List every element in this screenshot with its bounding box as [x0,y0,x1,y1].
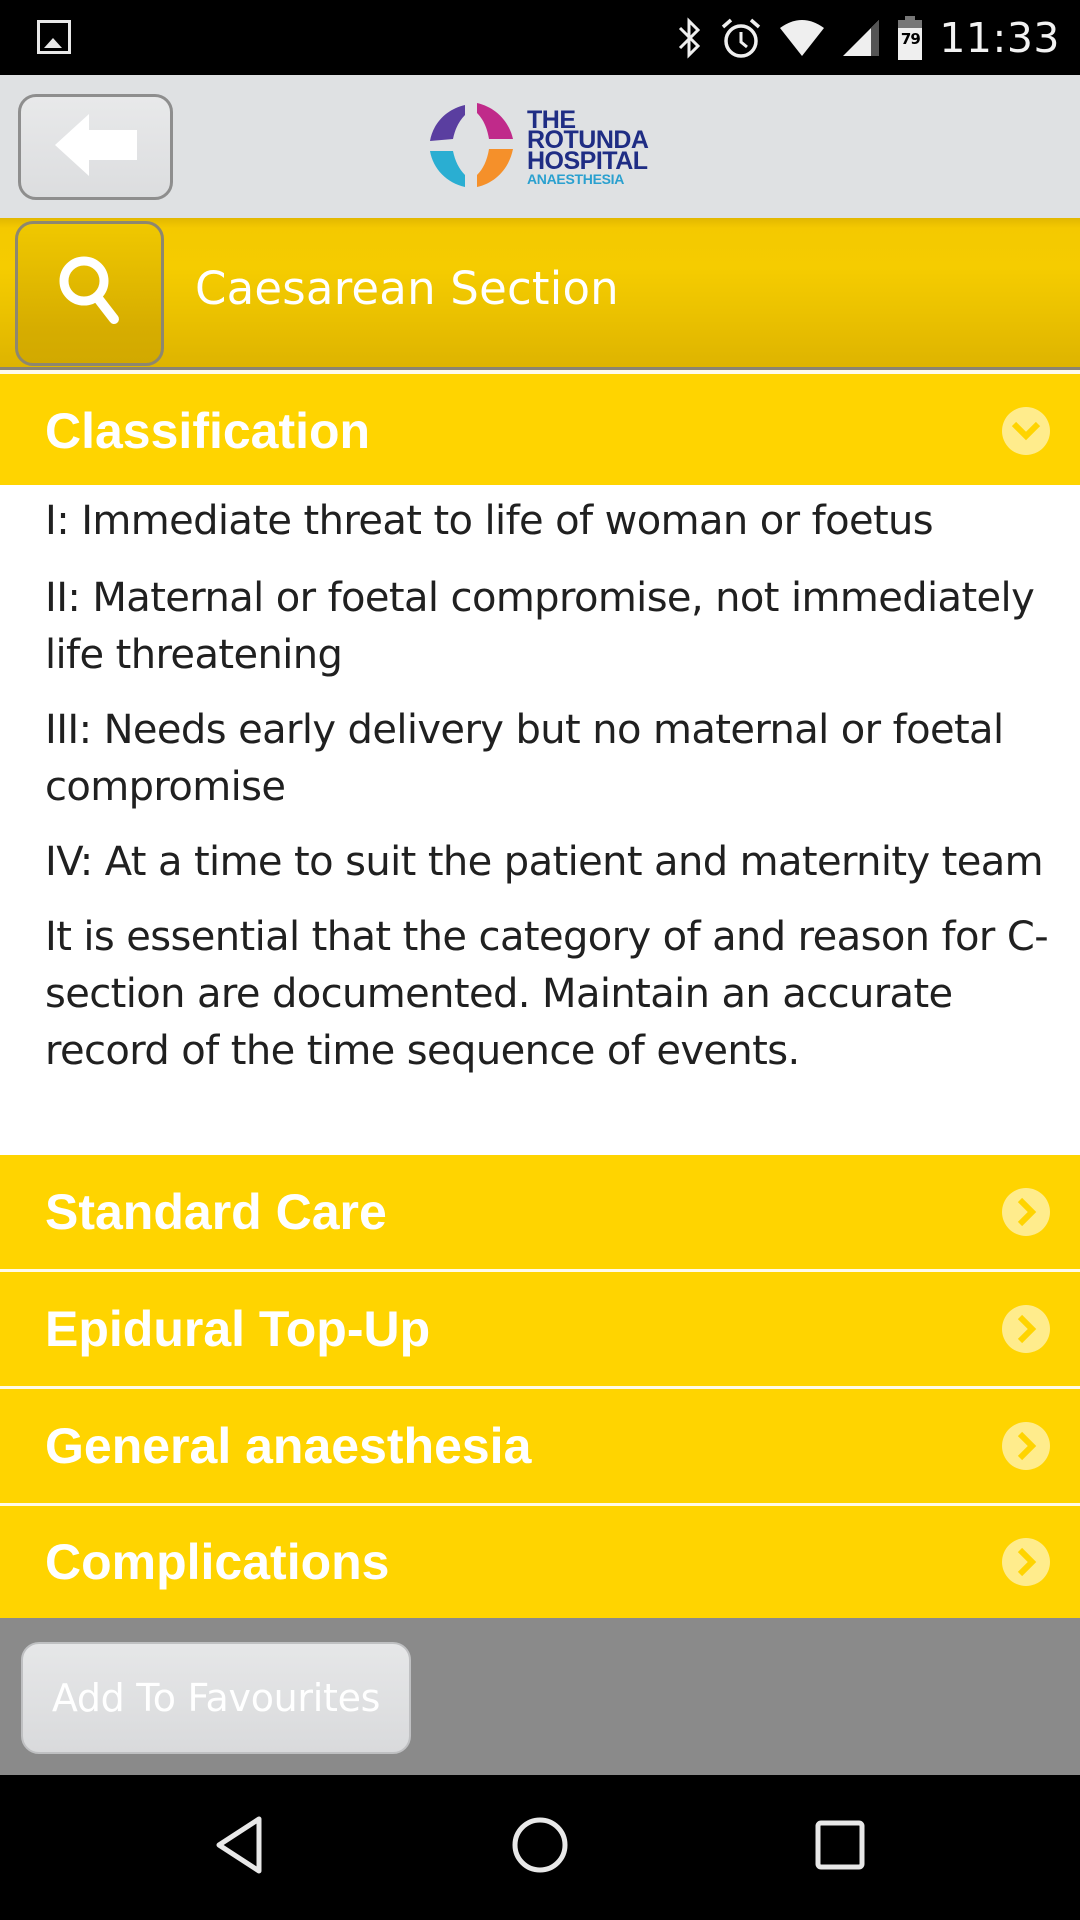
section-title: Epidural Top-Up [45,1301,431,1357]
logo-cross-icon [425,99,517,196]
section-title: General anaesthesia [45,1418,532,1474]
classification-content: I: Immediate threat to life of woman or … [0,485,1080,1155]
clock: 11:33 [939,13,1060,62]
page-title: Caesarean Section [195,262,619,315]
section-header-classification[interactable]: Classification [0,374,1080,485]
arrow-left-icon [53,113,139,181]
logo-subtitle: ANAESTHESIA [527,171,625,188]
search-bar: Caesarean Section [0,218,1080,370]
section-title: Classification [45,403,371,459]
chevron-right-circle-icon[interactable] [1002,1422,1050,1470]
battery-icon: 79 [897,15,923,60]
section-header-standard-care[interactable]: Standard Care [0,1155,1080,1269]
gallery-notification-icon [37,20,71,54]
alarm-icon [719,16,763,60]
system-nav-bar [0,1775,1080,1920]
classification-item: III: Needs early delivery but no materna… [45,707,1004,810]
back-triangle-icon [213,1815,267,1880]
add-to-favourites-button[interactable]: Add To Favourites [21,1642,411,1754]
chevron-right-circle-icon[interactable] [1002,1538,1050,1586]
bluetooth-icon [677,16,703,59]
search-button[interactable] [15,221,164,366]
wifi-icon [779,18,825,58]
status-icons: 79 11:33 [677,0,1060,75]
battery-level: 79 [900,29,921,48]
section-header-epidural-top-up[interactable]: Epidural Top-Up [0,1272,1080,1386]
rotunda-hospital-logo: THE ROTUNDA HOSPITAL ANAESTHESIA [425,100,665,195]
cell-signal-icon [841,18,881,58]
chevron-right-circle-icon[interactable] [1002,1188,1050,1236]
section-header-general-anaesthesia[interactable]: General anaesthesia [0,1389,1080,1503]
recents-square-icon [814,1819,866,1876]
classification-item: I: Immediate threat to life of woman or … [45,498,934,544]
section-title: Standard Care [45,1184,387,1240]
footer-bar: Add To Favourites [0,1618,1080,1775]
section-title: Complications [45,1534,390,1590]
classification-note: It is essential that the category of and… [45,914,1049,1074]
add-to-favourites-label: Add To Favourites [51,1676,381,1720]
search-icon [54,251,126,336]
chevron-right-circle-icon[interactable] [1002,1305,1050,1353]
status-bar: 79 11:33 [0,0,1080,75]
nav-recents-button[interactable] [795,1805,885,1890]
logo-line-hospital: HOSPITAL [527,146,648,175]
app-header: THE ROTUNDA HOSPITAL ANAESTHESIA [0,75,1080,218]
classification-item: IV: At a time to suit the patient and ma… [45,839,1044,885]
home-circle-icon [511,1816,569,1879]
section-header-complications[interactable]: Complications [0,1506,1080,1618]
back-button[interactable] [18,94,173,200]
nav-back-button[interactable] [195,1805,285,1890]
nav-home-button[interactable] [495,1805,585,1890]
chevron-down-circle-icon[interactable] [1002,407,1050,455]
classification-item: II: Maternal or foetal compromise, not i… [45,575,1035,678]
